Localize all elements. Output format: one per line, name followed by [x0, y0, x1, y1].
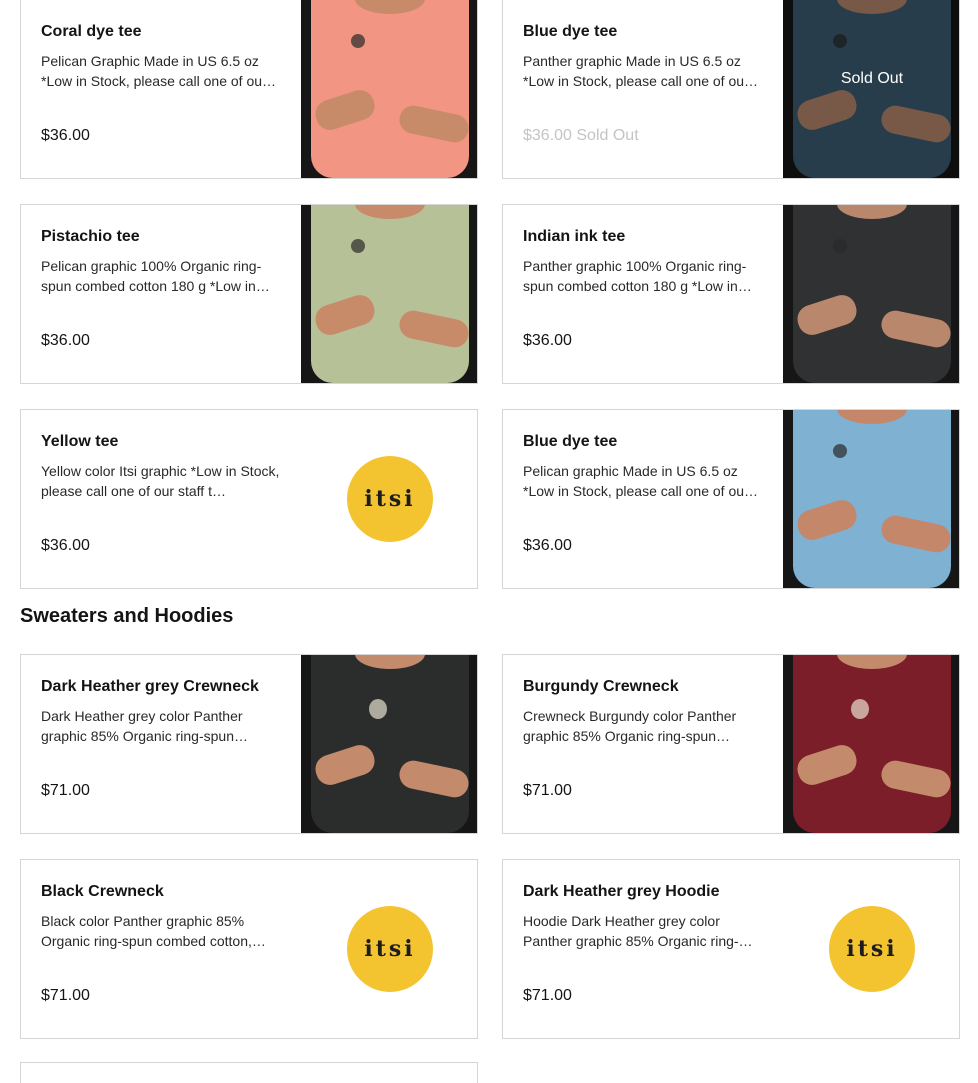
menu-item-photo	[783, 410, 959, 588]
tees-grid: Coral dye tee Pelican Graphic Made in US …	[20, 0, 960, 589]
sold-out-label: Sold Out	[840, 70, 904, 87]
menu-item-photo: Sold Out	[783, 0, 959, 178]
menu-item-card-partial[interactable]	[20, 1062, 478, 1083]
menu-item-photo	[301, 655, 477, 833]
menu-item-price: $36.00	[523, 332, 572, 349]
sold-out-overlay: Sold Out	[783, 0, 959, 178]
itsi-logo: itsi	[347, 906, 433, 992]
menu-item-price: $71.00	[41, 782, 90, 799]
menu-item-price: $36.00	[41, 537, 90, 554]
menu-item-card-coral-dye-tee[interactable]: Coral dye tee Pelican Graphic Made in US …	[20, 0, 478, 179]
menu-item-logo-image: itsi	[301, 860, 477, 1038]
menu-item-info: Blue dye tee Panther graphic Made in US 6…	[503, 0, 783, 178]
menu-item-card-blue-dye-tee[interactable]: Blue dye tee Panther graphic Made in US 6…	[502, 0, 960, 179]
itsi-logo: itsi	[829, 906, 915, 992]
menu-item-title: Dark Heather grey Crewneck	[41, 678, 259, 695]
itsi-logo: itsi	[347, 456, 433, 542]
menu-item-description: Pelican graphic Made in US 6.5 oz *Low i…	[523, 463, 759, 499]
menu-item-card-burgundy-crewneck[interactable]: Burgundy Crewneck Crewneck Burgundy color…	[502, 654, 960, 834]
menu-item-info: Black Crewneck Black color Panther graphi…	[21, 860, 301, 1038]
menu-item-title: Yellow tee	[41, 433, 119, 450]
product-photo	[301, 205, 477, 383]
menu-item-title: Coral dye tee	[41, 23, 142, 40]
menu-item-description: Dark Heather grey color Panther graphic …	[41, 708, 248, 744]
product-photo	[783, 205, 959, 383]
graphic-emblem-icon	[351, 34, 365, 48]
menu-item-description: Yellow color Itsi graphic *Low in Stock,…	[41, 463, 280, 499]
menu-item-description: Crewneck Burgundy color Panther graphic …	[523, 708, 737, 744]
itsi-logo-text: itsi	[364, 486, 416, 512]
menu-item-card-dark-heather-grey-crewneck[interactable]: Dark Heather grey Crewneck Dark Heather g…	[20, 654, 478, 834]
menu-item-price: $36.00	[41, 127, 90, 144]
menu-item-info: Yellow tee Yellow color Itsi graphic *Low…	[21, 410, 301, 588]
menu-item-photo	[783, 205, 959, 383]
menu-item-info: Pistachio tee Pelican graphic 100% Organi…	[21, 205, 301, 383]
garment-shape	[311, 655, 469, 833]
menu-item-title: Indian ink tee	[523, 228, 626, 245]
menu-item-info: Dark Heather grey Hoodie Hoodie Dark Heat…	[503, 860, 783, 1038]
menu-item-photo	[783, 655, 959, 833]
menu-item-title: Pistachio tee	[41, 228, 140, 245]
menu-item-info: Dark Heather grey Crewneck Dark Heather g…	[21, 655, 301, 833]
product-photo	[783, 410, 959, 588]
graphic-emblem-icon	[351, 239, 365, 253]
menu-item-info: Coral dye tee Pelican Graphic Made in US …	[21, 0, 301, 178]
menu-item-description: Pelican graphic 100% Organic ring-spun c…	[41, 258, 270, 294]
menu-item-title: Blue dye tee	[523, 23, 618, 40]
garment-shape	[793, 410, 951, 588]
garment-shape	[793, 655, 951, 833]
menu-item-card-indian-ink-tee[interactable]: Indian ink tee Panther graphic 100% Organ…	[502, 204, 960, 384]
graphic-emblem-icon	[833, 444, 847, 458]
sweaters-grid: Dark Heather grey Crewneck Dark Heather g…	[20, 654, 960, 1039]
menu-item-description: Panther graphic 100% Organic ring-spun c…	[523, 258, 752, 294]
menu-item-logo-image: itsi	[301, 410, 477, 588]
product-photo	[301, 0, 477, 178]
menu-item-description: Pelican Graphic Made in US 6.5 oz *Low i…	[41, 53, 277, 89]
garment-shape	[311, 205, 469, 383]
menu-item-photo	[301, 205, 477, 383]
menu-item-card-dark-heather-grey-hoodie[interactable]: Dark Heather grey Hoodie Hoodie Dark Heat…	[502, 859, 960, 1039]
menu-item-photo	[301, 0, 477, 178]
menu-item-info: Burgundy Crewneck Crewneck Burgundy color…	[503, 655, 783, 833]
menu-item-title: Black Crewneck	[41, 883, 164, 900]
product-photo	[301, 655, 477, 833]
product-photo	[783, 655, 959, 833]
menu-item-price: $71.00	[523, 782, 572, 799]
graphic-emblem-icon	[369, 699, 387, 719]
menu-item-title: Burgundy Crewneck	[523, 678, 679, 695]
menu-item-description: Black color Panther graphic 85% Organic …	[41, 913, 266, 949]
menu-item-info: Indian ink tee Panther graphic 100% Organ…	[503, 205, 783, 383]
menu-item-price: $71.00	[41, 987, 90, 1004]
menu-item-price: $36.00 Sold Out	[523, 127, 639, 144]
garment-shape	[793, 205, 951, 383]
menu-item-card-blue-dye-tee[interactable]: Blue dye tee Pelican graphic Made in US 6…	[502, 409, 960, 589]
menu-item-price: $71.00	[523, 987, 572, 1004]
graphic-emblem-icon	[851, 699, 869, 719]
menu-item-card-pistachio-tee[interactable]: Pistachio tee Pelican graphic 100% Organi…	[20, 204, 478, 384]
itsi-logo-text: itsi	[364, 936, 416, 962]
menu-item-price: $36.00	[41, 332, 90, 349]
garment-shape	[311, 0, 469, 178]
graphic-emblem-icon	[833, 239, 847, 253]
menu-item-card-yellow-tee[interactable]: Yellow tee Yellow color Itsi graphic *Low…	[20, 409, 478, 589]
menu-item-card-black-crewneck[interactable]: Black Crewneck Black color Panther graphi…	[20, 859, 478, 1039]
itsi-logo-text: itsi	[846, 936, 898, 962]
section-title-sweaters: Sweaters and Hoodies	[20, 605, 234, 627]
menu-item-price: $36.00	[523, 537, 572, 554]
menu-item-info: Blue dye tee Pelican graphic Made in US 6…	[503, 410, 783, 588]
menu-item-description: Panther graphic Made in US 6.5 oz *Low i…	[523, 53, 759, 89]
menu-item-title: Blue dye tee	[523, 433, 618, 450]
menu-item-title: Dark Heather grey Hoodie	[523, 883, 720, 900]
menu-item-description: Hoodie Dark Heather grey color Panther g…	[523, 913, 753, 949]
menu-item-logo-image: itsi	[783, 860, 959, 1038]
